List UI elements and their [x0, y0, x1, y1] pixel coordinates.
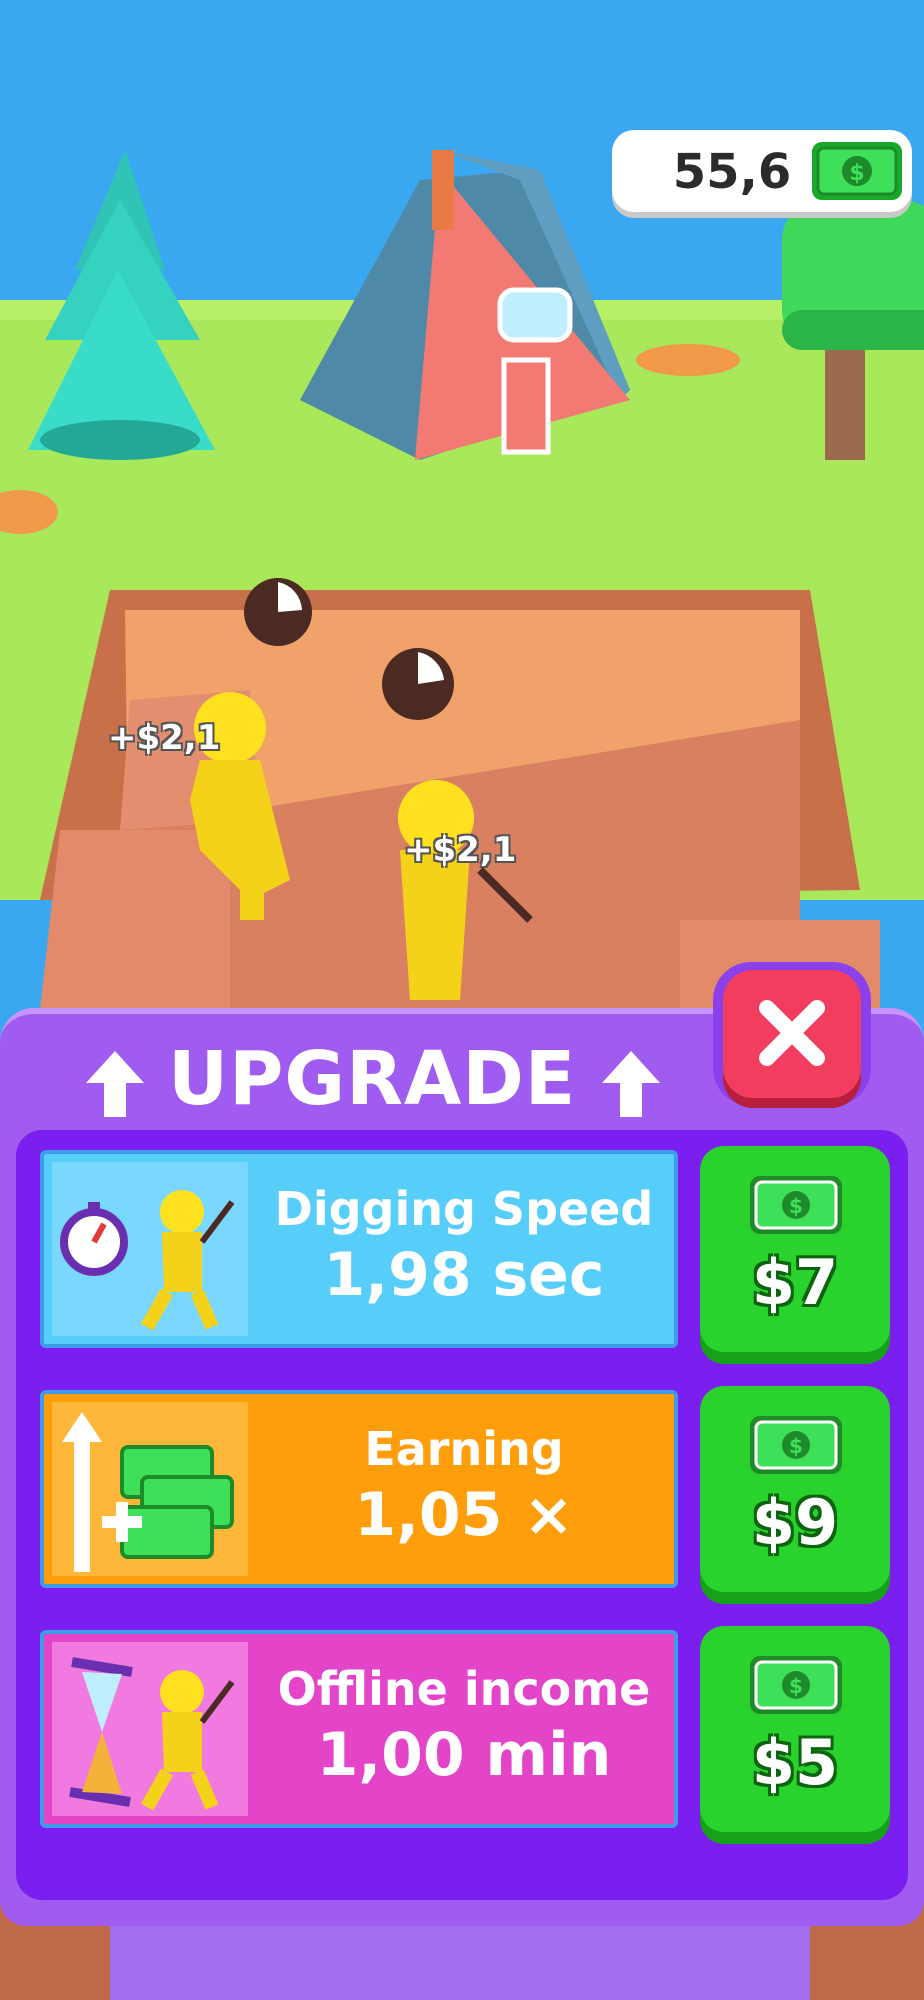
- close-button[interactable]: [713, 962, 871, 1106]
- svg-text:$: $: [789, 1674, 803, 1698]
- arrow-up-icon: [602, 1051, 660, 1117]
- upgrade-value-text: 1,98 sec: [323, 1240, 605, 1310]
- price-label: $5: [751, 1726, 839, 1799]
- upgrade-row-earning: Earning 1,05 ×: [40, 1390, 700, 1588]
- upgrade-row-digging-speed: Digging Speed 1,98 sec: [40, 1150, 700, 1348]
- cash-icon: $: [750, 1176, 842, 1234]
- hourglass-digger-icon: [52, 1642, 248, 1816]
- buy-button-earning[interactable]: $ $9: [700, 1386, 890, 1592]
- upgrade-card: Digging Speed 1,98 sec: [40, 1150, 678, 1348]
- cash-stack-plus-icon: [52, 1402, 248, 1576]
- price-label: $9: [751, 1486, 839, 1559]
- close-icon: [759, 1000, 825, 1066]
- upgrade-title-text: Earning: [364, 1422, 564, 1476]
- cash-icon: $: [812, 142, 902, 200]
- earning-popup-text: +$2,1: [404, 830, 517, 870]
- upgrade-title-text: Offline income: [277, 1662, 651, 1716]
- price-label: $7: [751, 1246, 839, 1319]
- upgrade-title-text: Digging Speed: [274, 1182, 654, 1236]
- arrow-up-icon: [86, 1051, 144, 1117]
- upgrade-value-text: 1,00 min: [316, 1720, 612, 1790]
- buy-button-offline-income[interactable]: $ $5: [700, 1626, 890, 1832]
- money-value: 55,6: [672, 144, 792, 200]
- svg-text:$: $: [789, 1194, 803, 1218]
- svg-text:$: $: [789, 1434, 803, 1458]
- cash-icon: $: [750, 1656, 842, 1714]
- cash-icon: $: [750, 1416, 842, 1474]
- upgrade-row-offline-income: Offline income 1,00 min: [40, 1630, 700, 1828]
- stopwatch-digger-icon: [52, 1162, 248, 1336]
- money-counter: 55,6 $: [612, 130, 912, 212]
- earning-popup-text: +$2,1: [108, 718, 221, 758]
- svg-text:$: $: [849, 161, 864, 186]
- upgrade-card: Offline income 1,00 min: [40, 1630, 678, 1828]
- upgrade-value-text: 1,05 ×: [354, 1480, 574, 1550]
- upgrade-title: UPGRADE: [168, 1036, 577, 1122]
- upgrade-card: Earning 1,05 ×: [40, 1390, 678, 1588]
- buy-button-digging-speed[interactable]: $ $7: [700, 1146, 890, 1352]
